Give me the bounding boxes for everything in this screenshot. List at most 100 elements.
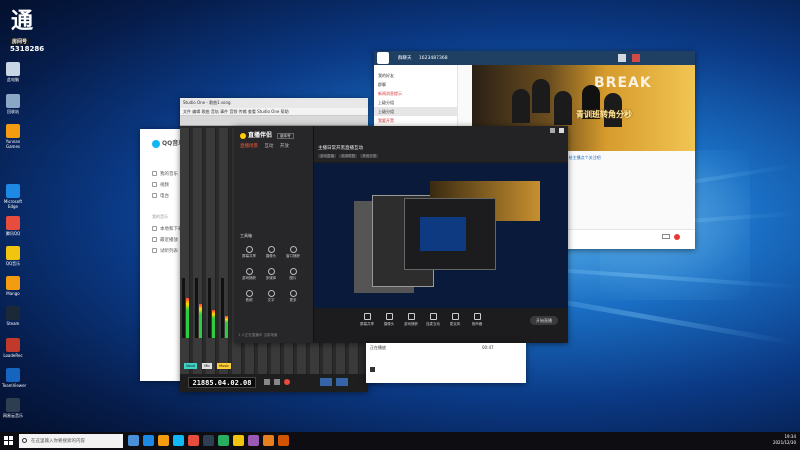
qq-menu-item[interactable]: 视频 — [152, 182, 169, 188]
qq-menu-item[interactable]: 本地和下载 — [152, 226, 183, 232]
player-figure — [512, 89, 530, 123]
system-tray[interactable]: 19:34 2021/12/30 — [773, 434, 796, 446]
taskbar: 在这里输入你要搜索的内容 19:34 2021/12/30 — [0, 432, 800, 450]
tool-item[interactable]: 屏幕共享 — [238, 244, 260, 264]
room-number: 房间号 5318286 — [10, 37, 57, 53]
taskbar-app-icon[interactable] — [143, 435, 154, 446]
control-label: 摄像头 — [383, 322, 395, 326]
channel-fader[interactable] — [182, 278, 185, 338]
sidebar-item[interactable]: 上级分组 — [374, 98, 457, 107]
send-icon[interactable] — [662, 234, 670, 239]
tool-item[interactable]: 更多 — [282, 288, 304, 308]
sidebar-item[interactable]: 上级分组 — [374, 107, 457, 116]
tool-item[interactable]: 多媒体 — [260, 266, 282, 286]
studio-menu-bar[interactable]: 文件 编辑 歌曲 音轨 事件 音频 传输 查看 Studio One 帮助 — [180, 108, 368, 116]
taskbar-app-icon[interactable] — [158, 435, 169, 446]
desktop-icon-label: 腾讯QQ — [5, 231, 21, 236]
qq-menu-item[interactable]: 电台 — [152, 193, 169, 199]
tool-item[interactable]: 窗口捕获 — [282, 244, 304, 264]
mixer-channel[interactable] — [193, 128, 203, 378]
play-icon[interactable] — [370, 367, 375, 372]
studio-toolbar[interactable] — [180, 116, 368, 126]
sidebar-item[interactable]: 我要开黑 — [374, 116, 457, 125]
taskbar-app-icon[interactable] — [218, 435, 229, 446]
control-button[interactable]: 游戏捕获 — [402, 313, 420, 327]
channel-fader[interactable] — [208, 278, 211, 338]
minimize-icon[interactable] — [550, 128, 555, 133]
live-streaming-window[interactable]: 直播伴侣 版本号 直播场景 互动 开放 工具箱 屏幕共享 摄像头 窗口捕获 游戏捕获多… — [234, 126, 568, 343]
desktop-icon[interactable]: Steam — [2, 306, 24, 326]
control-button[interactable]: 麦克风 — [446, 313, 464, 327]
taskbar-app-icon[interactable] — [188, 435, 199, 446]
taskbar-search[interactable]: 在这里输入你要搜索的内容 — [19, 434, 123, 448]
qq-menu-item[interactable]: 最近播放 — [152, 237, 178, 243]
track-chip[interactable]: Music — [217, 363, 232, 369]
live-room-title[interactable]: 主播日常开黑直播互动 — [318, 145, 363, 151]
music-icon — [152, 171, 157, 176]
control-button[interactable]: 屏幕共享 — [358, 313, 376, 327]
start-live-button[interactable]: 开始直播 — [530, 316, 558, 325]
channel-fader[interactable] — [221, 278, 224, 338]
live-tags: 游戏直播 英雄联盟 其他分类 — [318, 154, 380, 159]
music-player-window[interactable]: 正在播放 00:47 — [366, 343, 526, 383]
sidebar-item[interactable]: 新闻消息提示 — [374, 89, 457, 98]
metronome-icon[interactable] — [336, 378, 348, 386]
live-preview[interactable] — [314, 163, 568, 308]
tool-item[interactable]: 游戏捕获 — [238, 266, 260, 286]
play-icon[interactable] — [274, 379, 280, 385]
tab-interact[interactable]: 互动 — [264, 144, 273, 149]
desktop-icon[interactable]: LoadeRec — [2, 338, 24, 358]
group-avatar[interactable] — [377, 52, 389, 64]
taskbar-app-icon[interactable] — [233, 435, 244, 446]
taskbar-app-icon[interactable] — [203, 435, 214, 446]
mail-icon[interactable] — [632, 54, 640, 62]
track-chip[interactable]: Mic — [202, 363, 213, 369]
tool-item[interactable]: 摄像头 — [260, 244, 282, 264]
live-tag[interactable]: 英雄联盟 — [339, 154, 358, 158]
taskbar-app-icon[interactable] — [263, 435, 274, 446]
close-icon[interactable] — [559, 128, 564, 133]
desktop-icon[interactable]: 回收站 — [2, 94, 24, 114]
desktop-icon[interactable]: TeamViewer — [2, 368, 26, 388]
sidebar-item[interactable]: 我的好友 — [374, 71, 457, 80]
tool-item[interactable]: 图片 — [282, 266, 304, 286]
app-icon — [6, 276, 20, 290]
mixer-channel[interactable] — [206, 128, 216, 378]
tab-scene[interactable]: 直播场景 — [240, 144, 258, 149]
desktop-icon[interactable]: 此电脑 — [2, 62, 24, 82]
start-button[interactable] — [4, 436, 14, 446]
home-icon[interactable] — [618, 54, 626, 62]
mixer-channel[interactable] — [219, 128, 229, 378]
tool-item[interactable]: 音频 — [238, 288, 260, 308]
control-button[interactable]: 连麦互动 — [424, 313, 442, 327]
tool-label: 更多 — [289, 298, 297, 302]
qq-menu-item[interactable]: 我的音乐 — [152, 171, 178, 177]
control-button[interactable]: 摄像头 — [380, 313, 398, 327]
tab-open[interactable]: 开放 — [280, 144, 289, 149]
desktop-icon[interactable]: 网易云音乐 — [2, 398, 24, 418]
live-tag[interactable]: 其他分类 — [360, 154, 379, 158]
desktop-icon[interactable]: QQ音乐 — [2, 246, 24, 266]
tool-item[interactable]: 文字 — [260, 288, 282, 308]
desktop-icon[interactable]: Microsoft Edge — [2, 184, 24, 209]
rewind-icon[interactable] — [264, 379, 270, 385]
record-icon[interactable] — [284, 379, 290, 385]
taskbar-app-icon[interactable] — [278, 435, 289, 446]
control-button[interactable]: 扬声器 — [468, 313, 486, 327]
sidebar-item[interactable]: 群聊 — [374, 80, 457, 89]
gift-icon[interactable] — [674, 234, 680, 240]
live-tag[interactable]: 游戏直播 — [318, 154, 336, 158]
desktop-icon[interactable]: 腾讯QQ — [2, 216, 24, 236]
taskbar-app-icon[interactable] — [248, 435, 259, 446]
loop-icon[interactable] — [320, 378, 332, 386]
channel-fader[interactable] — [195, 278, 198, 338]
desktop-icon[interactable]: Yunnan Games — [2, 124, 24, 149]
desktop-icon[interactable]: Mango — [2, 276, 24, 296]
qq-section-title: 我的音乐 — [152, 214, 168, 219]
taskbar-app-icon[interactable] — [173, 435, 184, 446]
tool-label: 游戏捕获 — [242, 276, 256, 280]
track-chip[interactable]: Vocal — [184, 363, 198, 369]
taskbar-app-icon[interactable] — [128, 435, 139, 446]
qq-menu-item[interactable]: 试听列表 — [152, 248, 178, 254]
mixer-channel[interactable] — [180, 128, 190, 378]
